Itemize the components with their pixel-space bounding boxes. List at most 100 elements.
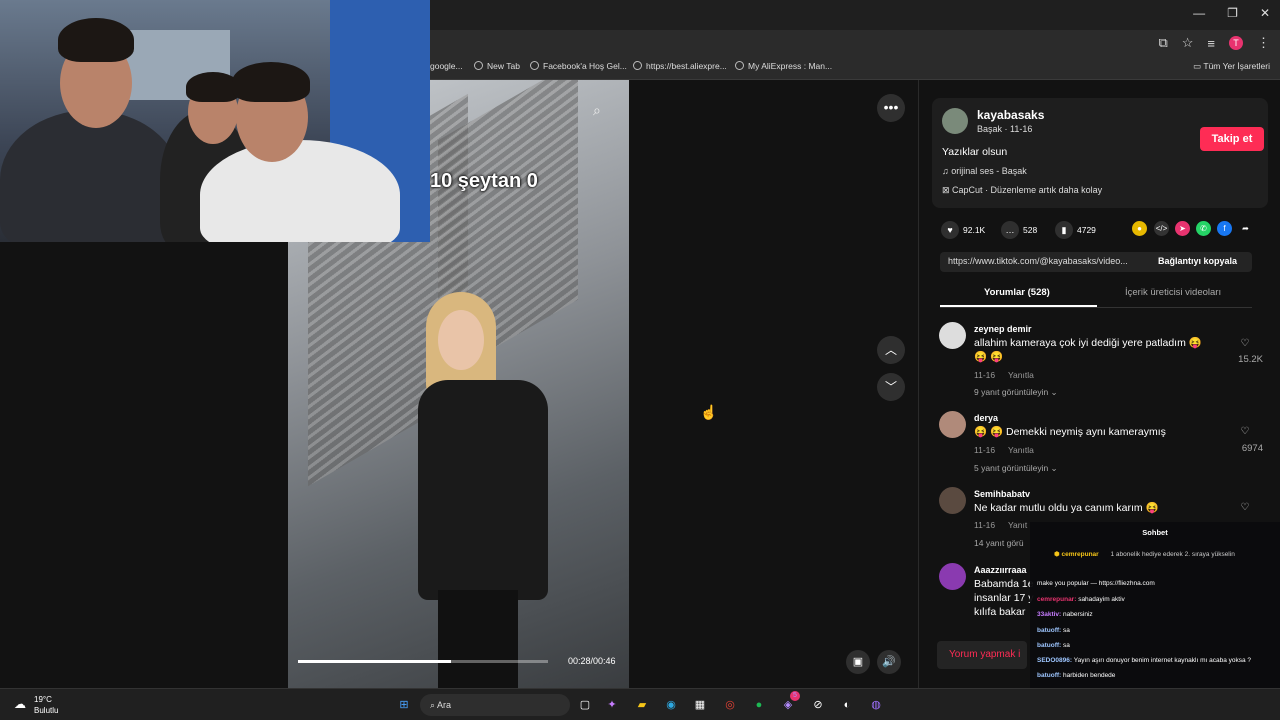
pip-icon[interactable]: ▣ xyxy=(846,650,870,674)
comment-icon: … xyxy=(1001,221,1019,239)
star-icon[interactable]: ☆ xyxy=(1182,35,1194,51)
media-icon[interactable]: ≡ xyxy=(1207,36,1215,51)
app2-icon[interactable]: ◍ xyxy=(866,695,886,715)
minimize-icon[interactable]: — xyxy=(1193,6,1205,20)
profile-avatar[interactable]: T xyxy=(1229,36,1243,50)
person-right-shirt xyxy=(200,140,400,242)
commenter-avatar[interactable] xyxy=(939,563,966,590)
capcut-row[interactable]: ⊠ CapCut · Düzenleme artık daha kolay xyxy=(942,185,1102,196)
obs-icon[interactable]: ◐ xyxy=(837,695,857,715)
video-progress-bar[interactable] xyxy=(298,660,548,663)
follow-button[interactable]: Takip et xyxy=(1200,127,1264,151)
video-timecode: 00:28/00:46 xyxy=(568,656,616,666)
store-icon[interactable]: ▦ xyxy=(690,695,710,715)
commenter-avatar[interactable] xyxy=(939,487,966,514)
chat-message: batuoff: harbiden bendede xyxy=(1037,672,1116,679)
search-icon: ⌕ xyxy=(430,700,438,710)
reply-button[interactable]: Yanıt xyxy=(1008,520,1027,530)
copilot-icon[interactable]: ✦ xyxy=(602,695,622,715)
menu-icon[interactable]: ⋮ xyxy=(1257,35,1270,51)
volume-icon[interactable]: 🔊 xyxy=(877,650,901,674)
comment-like-icon[interactable]: ♡ xyxy=(1225,502,1265,513)
edge-icon[interactable]: ◉ xyxy=(661,695,681,715)
author-username[interactable]: kayabasaks xyxy=(977,108,1044,122)
commenter-name[interactable]: derya xyxy=(974,413,998,423)
comment-text: allahim kameraya çok iyi dediği yere pat… xyxy=(974,337,1202,349)
tab-comments[interactable]: Yorumlar (528) xyxy=(984,287,1050,298)
author-avatar[interactable] xyxy=(942,108,968,134)
comment-like-icon[interactable]: ♡ xyxy=(1225,338,1265,349)
tab-creator-videos[interactable]: İçerik üreticisi videoları xyxy=(1125,287,1221,298)
webcam-overlay xyxy=(0,0,430,242)
spotify-icon[interactable]: ● xyxy=(749,695,769,715)
stream-chat-overlay: Sohbet ⬢ cemrepunar 1 abonelik hediye ed… xyxy=(1030,522,1280,688)
bookmark-icon: ▮ xyxy=(1055,221,1073,239)
file-explorer-icon[interactable]: ▰ xyxy=(632,695,652,715)
video-progress-fill xyxy=(298,660,451,663)
next-video-button[interactable]: ﹀ xyxy=(877,373,905,401)
commenter-name[interactable]: zeynep demir xyxy=(974,324,1032,334)
windows-start-icon[interactable]: ⊞ xyxy=(394,695,414,715)
hand-cursor-icon: ☝ xyxy=(700,404,718,420)
commenter-avatar[interactable] xyxy=(939,322,966,349)
embed-icon[interactable]: </> xyxy=(1154,221,1169,236)
comment-date: 11-16 xyxy=(974,520,996,530)
bookmark-aliexpress[interactable]: https://best.aliexpre... xyxy=(633,61,727,71)
install-icon[interactable]: ⧉ xyxy=(1158,35,1167,51)
bookmark-newtab[interactable]: New Tab xyxy=(474,61,520,71)
share-arrow-icon[interactable]: ➦ xyxy=(1238,221,1253,236)
close-icon[interactable]: ✕ xyxy=(1260,6,1270,20)
send-icon[interactable]: ➤ xyxy=(1175,221,1190,236)
comment-like-icon[interactable]: ♡ xyxy=(1225,426,1265,437)
view-replies-button[interactable]: 5 yanıt görüntüleyin ⌄ xyxy=(974,463,1058,474)
woman-legs xyxy=(438,590,518,688)
commenter-avatar[interactable] xyxy=(939,411,966,438)
toolbar-icons: ⧉ ☆ ≡ T ⋮ xyxy=(1158,35,1270,51)
search-icon[interactable]: ⌕ xyxy=(593,102,601,119)
comment-text: Babamda 1e xyxy=(974,578,1034,590)
chrome-icon[interactable]: ◎ xyxy=(720,695,740,715)
whatsapp-icon[interactable]: ✆ xyxy=(1196,221,1211,236)
facebook-icon[interactable]: f xyxy=(1217,221,1232,236)
author-subline: Başak · 11-16 xyxy=(977,124,1033,134)
reply-button[interactable]: Yanıtla xyxy=(1008,370,1034,380)
sound-row[interactable]: ♫ orijinal ses - Başak xyxy=(942,166,1027,176)
notification-badge: 5 xyxy=(790,691,800,701)
bookmark-facebook[interactable]: Facebook'a Hoş Gel... xyxy=(530,61,627,71)
taskbar-search[interactable]: ⌕ Ara xyxy=(420,694,570,716)
more-options-button[interactable]: ••• xyxy=(877,94,905,122)
task-view-icon[interactable]: ▢ xyxy=(575,695,595,715)
comment-text: 😝 😝 Demekki neymiş aynı kameraymış xyxy=(974,426,1166,438)
music-note-icon: ♫ xyxy=(942,166,952,176)
comment-stat[interactable]: … 528 xyxy=(1001,221,1037,239)
comment-text-line2: insanlar 17 y xyxy=(974,592,1034,604)
recorder-icon[interactable]: ⊘ xyxy=(808,695,828,715)
previous-video-button[interactable]: ︿ xyxy=(877,336,905,364)
view-replies-button[interactable]: 9 yanıt görüntüleyin ⌄ xyxy=(974,387,1058,398)
all-bookmarks-folder[interactable]: ▭ Tüm Yer İşaretleri xyxy=(1193,61,1270,72)
reply-button[interactable]: Yanıtla xyxy=(1008,445,1034,455)
globe-icon xyxy=(474,61,483,70)
link-box: https://www.tiktok.com/@kayabasaks/video… xyxy=(940,252,1252,272)
bookmark-myaliexpress[interactable]: My AliExpress : Man... xyxy=(735,61,832,71)
video-link[interactable]: https://www.tiktok.com/@kayabasaks/video… xyxy=(948,256,1148,266)
globe-icon xyxy=(735,61,744,70)
commenter-name[interactable]: Semihbabatv xyxy=(974,489,1030,499)
commenter-name[interactable]: Aaazzıırraaa xyxy=(974,565,1027,575)
save-stat[interactable]: ▮ 4729 xyxy=(1055,221,1096,239)
restore-icon[interactable]: ❐ xyxy=(1227,6,1238,20)
bookmark-google[interactable]: google... xyxy=(430,61,463,71)
weather-temp: 19°C xyxy=(34,695,52,704)
chat-message: 33aktiv: nabersiniz xyxy=(1037,611,1093,618)
coin-icon[interactable]: ● xyxy=(1132,221,1147,236)
view-replies-button[interactable]: 14 yanıt görü xyxy=(974,538,1024,548)
app-icon[interactable]: ◈ 5 xyxy=(778,691,800,715)
woman-coat xyxy=(418,380,548,600)
cloud-icon: ☁ xyxy=(14,697,26,711)
like-stat[interactable]: ♥ 92.1K xyxy=(941,221,985,239)
windows-taskbar: ☁ 19°C Bulutlu ⊞ ⌕ Ara ▢ ✦ ▰ ◉ ▦ ◎ ● ◈ 5 … xyxy=(0,688,1280,720)
globe-icon xyxy=(530,61,539,70)
comment-input[interactable]: Yorum yapmak i xyxy=(937,641,1027,669)
comment-like-count: 6974 xyxy=(1241,443,1263,454)
copy-link-button[interactable]: Bağlantıyı kopyala xyxy=(1158,256,1237,266)
